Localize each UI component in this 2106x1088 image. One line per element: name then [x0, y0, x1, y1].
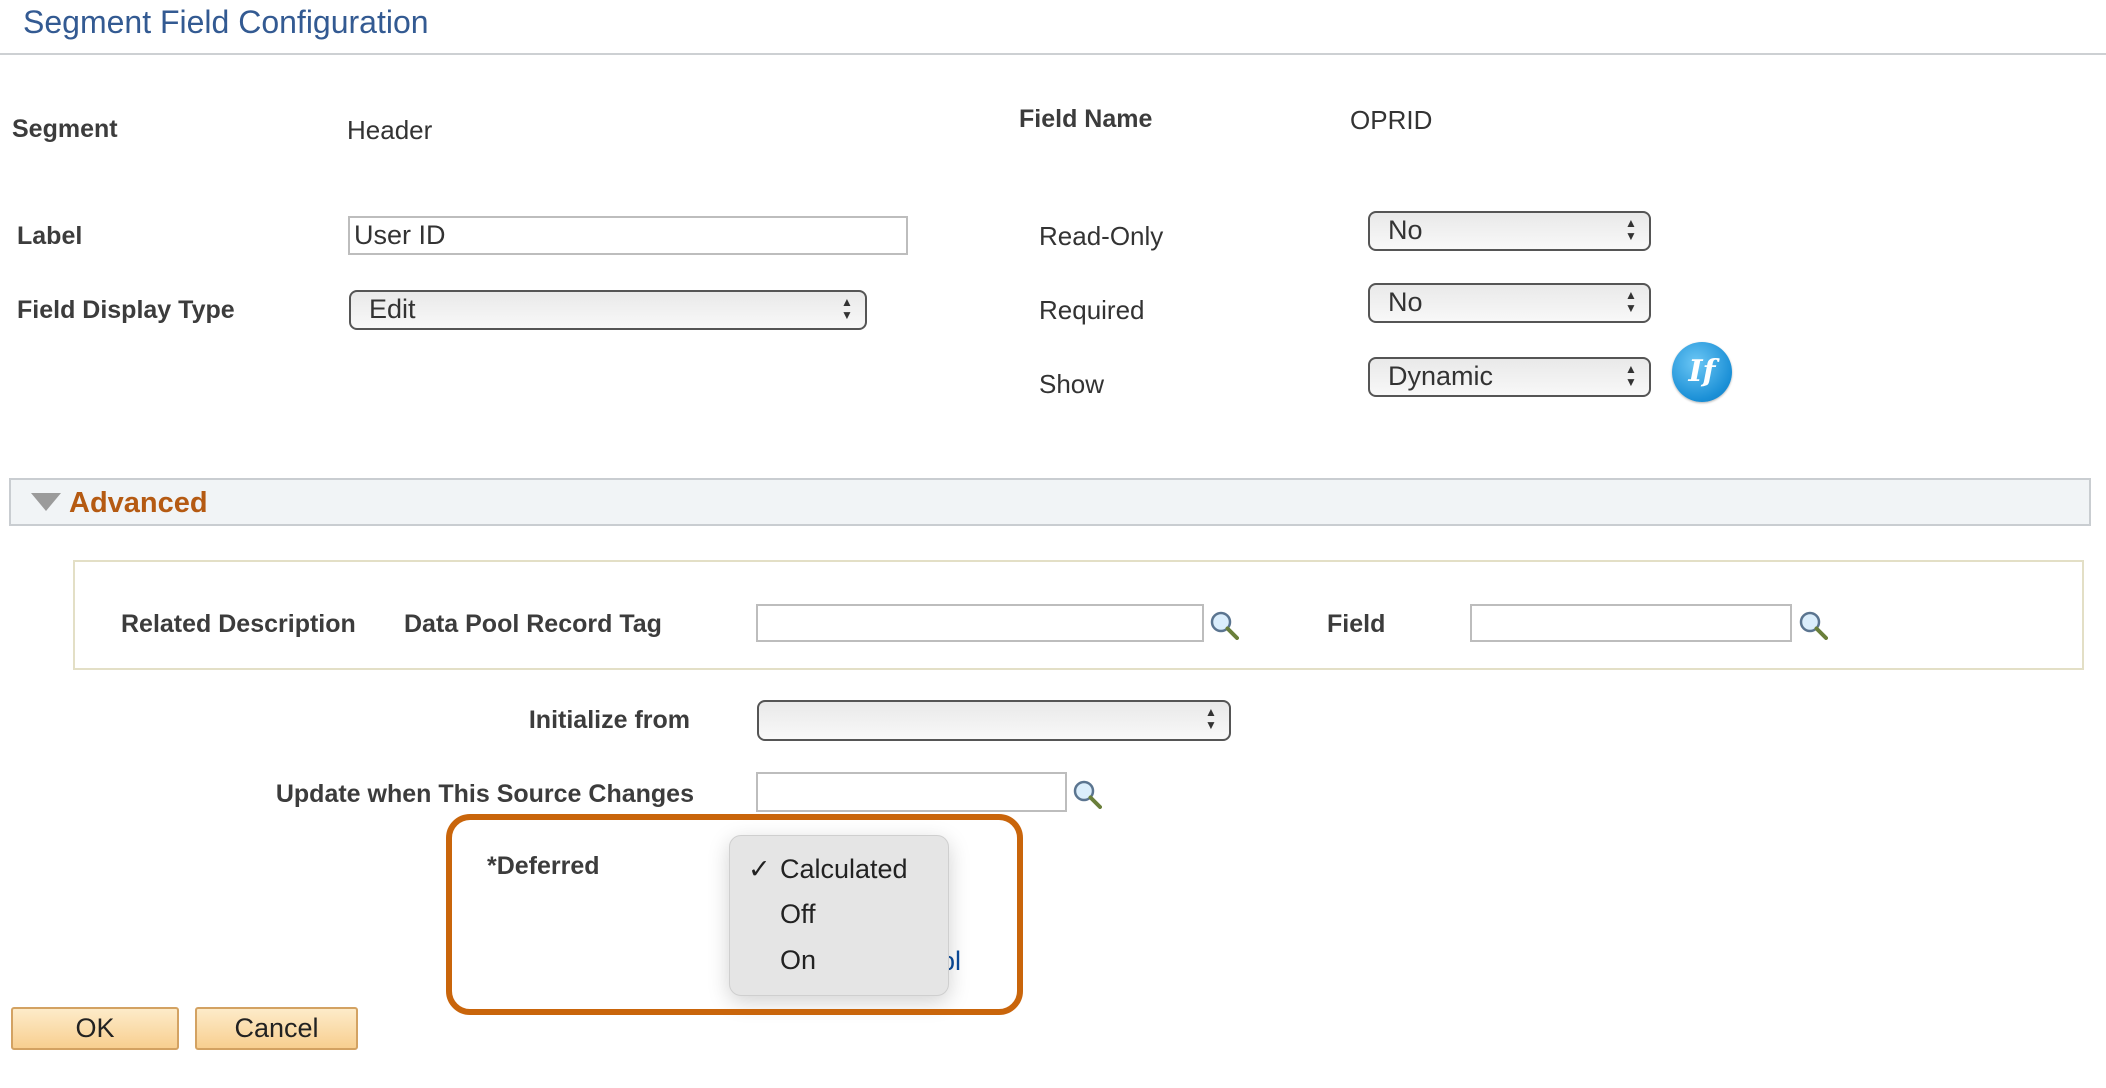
read-only-select[interactable]: No ▲ ▼ [1368, 211, 1651, 251]
update-source-label: Update when This Source Changes [275, 780, 694, 808]
collapse-triangle-icon [31, 493, 61, 511]
if-condition-icon[interactable]: If [1672, 342, 1732, 402]
advanced-section-header[interactable]: Advanced [9, 478, 2091, 526]
lookup-magnifier-icon[interactable] [1072, 779, 1102, 809]
select-arrows-icon: ▲ ▼ [1625, 362, 1637, 389]
ok-button[interactable]: OK [11, 1007, 179, 1050]
label-input[interactable]: User ID [348, 216, 908, 255]
initialize-from-label: Initialize from [528, 706, 690, 734]
read-only-value: No [1388, 215, 1423, 245]
show-value: Dynamic [1388, 361, 1494, 391]
field-name-label: Field Name [1019, 105, 1153, 133]
field-display-type-select[interactable]: Edit ▲ ▼ [349, 290, 867, 330]
title-divider [0, 53, 2106, 55]
show-label: Show [1039, 369, 1105, 399]
select-arrows-icon: ▲ ▼ [1205, 705, 1217, 732]
advanced-title: Advanced [69, 487, 208, 519]
related-description-label: Related Description [121, 610, 356, 638]
cancel-button[interactable]: Cancel [195, 1007, 358, 1050]
segment-value: Header [347, 115, 433, 145]
lookup-magnifier-icon[interactable] [1209, 610, 1239, 640]
highlight-annotation-box [446, 814, 1023, 1015]
page-title: Segment Field Configuration [23, 4, 429, 40]
data-pool-record-tag-label: Data Pool Record Tag [404, 610, 662, 638]
segment-label: Segment [12, 115, 118, 143]
select-arrows-icon: ▲ ▼ [1625, 288, 1637, 315]
select-arrows-icon: ▲ ▼ [841, 295, 853, 322]
select-arrows-icon: ▲ ▼ [1625, 216, 1637, 243]
lookup-magnifier-icon[interactable] [1798, 610, 1828, 640]
show-select[interactable]: Dynamic ▲ ▼ [1368, 357, 1651, 397]
update-source-input[interactable] [756, 772, 1067, 812]
initialize-from-select[interactable]: ▲ ▼ [757, 700, 1231, 741]
field-input[interactable] [1470, 604, 1792, 642]
field-display-type-value: Edit [369, 294, 416, 324]
required-label: Required [1039, 295, 1145, 325]
data-pool-record-tag-input[interactable] [756, 604, 1204, 642]
required-value: No [1388, 287, 1423, 317]
label-label: Label [17, 222, 83, 250]
field-label: Field [1327, 610, 1386, 638]
field-display-type-label: Field Display Type [17, 296, 235, 324]
required-select[interactable]: No ▲ ▼ [1368, 283, 1651, 323]
read-only-label: Read-Only [1039, 221, 1164, 251]
field-name-value: OPRID [1350, 105, 1433, 135]
